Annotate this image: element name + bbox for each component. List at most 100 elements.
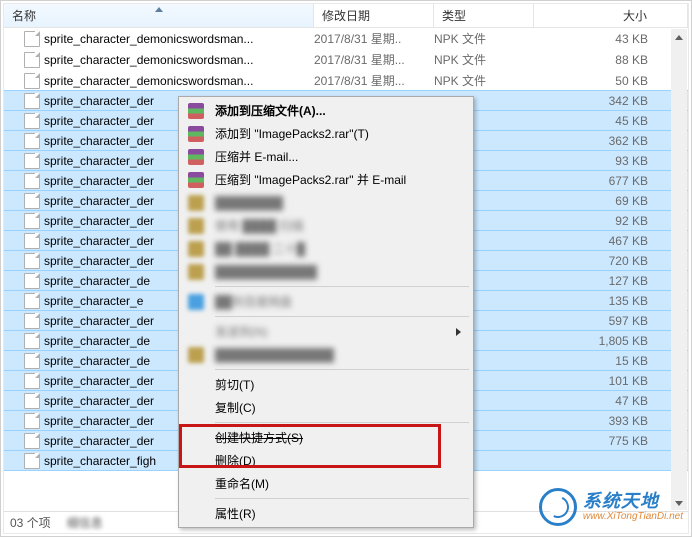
file-size: 92 KB	[534, 214, 688, 228]
menu-item[interactable]: 发送到(N)	[181, 320, 471, 343]
menu-label: 使用 ████ 扫描	[215, 217, 304, 234]
menu-item[interactable]: 压缩并 E-mail...	[181, 145, 471, 168]
file-icon	[24, 333, 40, 349]
file-icon	[24, 193, 40, 209]
file-icon	[24, 213, 40, 229]
menu-item[interactable]: 重命名(M)	[181, 472, 471, 495]
menu-item[interactable]: 删除(D)	[181, 449, 471, 472]
watermark-url: www.XiTongTianDi.net	[583, 511, 683, 522]
file-size: 45 KB	[534, 114, 688, 128]
file-icon	[24, 313, 40, 329]
file-size: 127 KB	[534, 274, 688, 288]
menu-item[interactable]: 创建快捷方式(S)	[181, 426, 471, 449]
sort-arrow-icon	[155, 7, 163, 12]
menu-label: 压缩到 "ImagePacks2.rar" 并 E-mail	[215, 171, 406, 188]
file-size: 135 KB	[534, 294, 688, 308]
file-size: 101 KB	[534, 374, 688, 388]
file-name: sprite_character_demonicswordsman...	[44, 32, 314, 46]
menu-label: ██到百度网盘	[215, 293, 292, 310]
menu-label: ████████████	[215, 265, 317, 279]
menu-separator	[215, 316, 469, 317]
file-size: 50 KB	[534, 74, 688, 88]
menu-item[interactable]: 添加到 "ImagePacks2.rar"(T)	[181, 122, 471, 145]
file-size: 720 KB	[534, 254, 688, 268]
file-icon	[24, 433, 40, 449]
column-size[interactable]: 大小	[534, 4, 688, 27]
file-date: 2017/8/31 星期...	[314, 72, 434, 89]
file-icon	[24, 353, 40, 369]
menu-label: 复制(C)	[215, 399, 256, 416]
menu-item[interactable]: 添加到压缩文件(A)...	[181, 99, 471, 122]
menu-label: ██████████████	[215, 348, 334, 362]
app-icon	[187, 263, 205, 281]
context-menu[interactable]: 添加到压缩文件(A)... 添加到 "ImagePacks2.rar"(T) 压缩并…	[178, 96, 474, 528]
file-size: 93 KB	[534, 154, 688, 168]
file-icon	[24, 453, 40, 469]
menu-label: 重命名(M)	[215, 475, 269, 492]
file-size: 677 KB	[534, 174, 688, 188]
vertical-scrollbar[interactable]	[671, 29, 687, 510]
menu-item[interactable]: 复制(C)	[181, 396, 471, 419]
file-size: 393 KB	[534, 414, 688, 428]
file-size: 69 KB	[534, 194, 688, 208]
file-name: sprite_character_demonicswordsman...	[44, 53, 314, 67]
file-size: 88 KB	[534, 53, 688, 67]
menu-label: 添加到压缩文件(A)...	[215, 102, 326, 119]
winrar-icon	[187, 171, 205, 189]
file-size: 597 KB	[534, 314, 688, 328]
menu-label: 剪切(T)	[215, 376, 254, 393]
scroll-up-button[interactable]	[671, 29, 687, 45]
submenu-arrow-icon	[456, 328, 461, 336]
file-icon	[24, 73, 40, 89]
menu-item[interactable]: ██████████████	[181, 343, 471, 366]
menu-item[interactable]: ████████	[181, 191, 471, 214]
file-name: sprite_character_demonicswordsman...	[44, 74, 314, 88]
file-size: 15 KB	[534, 354, 688, 368]
column-date[interactable]: 修改日期	[314, 4, 434, 27]
file-size: 362 KB	[534, 134, 688, 148]
menu-item[interactable]: ██ ████ 二十█	[181, 237, 471, 260]
file-icon	[24, 31, 40, 47]
file-size: 1,805 KB	[534, 334, 688, 348]
file-icon	[24, 273, 40, 289]
file-type: NPK 文件	[434, 30, 534, 47]
file-type: NPK 文件	[434, 51, 534, 68]
menu-item[interactable]: ████████████	[181, 260, 471, 283]
table-row[interactable]: sprite_character_demonicswordsman...2017…	[4, 49, 688, 70]
file-icon	[24, 133, 40, 149]
menu-label: 创建快捷方式(S)	[215, 429, 303, 446]
file-size: 775 KB	[534, 434, 688, 448]
menu-label: ████████	[215, 196, 283, 210]
app-icon	[187, 194, 205, 212]
file-icon	[24, 413, 40, 429]
file-icon	[24, 393, 40, 409]
menu-item[interactable]: 剪切(T)	[181, 373, 471, 396]
file-icon	[24, 93, 40, 109]
menu-label: 压缩并 E-mail...	[215, 148, 298, 165]
menu-label: 发送到(N)	[215, 323, 268, 340]
menu-label: 删除(D)	[215, 452, 256, 469]
app-icon	[187, 346, 205, 364]
column-name[interactable]: 名称	[4, 4, 314, 27]
menu-item[interactable]: 使用 ████ 扫描	[181, 214, 471, 237]
menu-separator	[215, 422, 469, 423]
file-date: 2017/8/31 星期...	[314, 51, 434, 68]
menu-item[interactable]: 压缩到 "ImagePacks2.rar" 并 E-mail	[181, 168, 471, 191]
file-type: NPK 文件	[434, 72, 534, 89]
file-icon	[24, 373, 40, 389]
app-icon	[187, 217, 205, 235]
column-type[interactable]: 类型	[434, 4, 534, 27]
table-row[interactable]: sprite_character_demonicswordsman...2017…	[4, 70, 688, 91]
winrar-icon	[187, 125, 205, 143]
file-size: 43 KB	[534, 32, 688, 46]
file-icon	[24, 153, 40, 169]
item-count: 03 个项	[10, 514, 51, 531]
file-icon	[24, 113, 40, 129]
menu-item[interactable]: 属性(R)	[181, 502, 471, 525]
app-icon	[187, 240, 205, 258]
column-header[interactable]: 名称 修改日期 类型 大小	[4, 4, 688, 28]
menu-item[interactable]: ██到百度网盘	[181, 290, 471, 313]
table-row[interactable]: sprite_character_demonicswordsman...2017…	[4, 28, 688, 49]
file-icon	[24, 233, 40, 249]
watermark-icon	[539, 488, 577, 526]
